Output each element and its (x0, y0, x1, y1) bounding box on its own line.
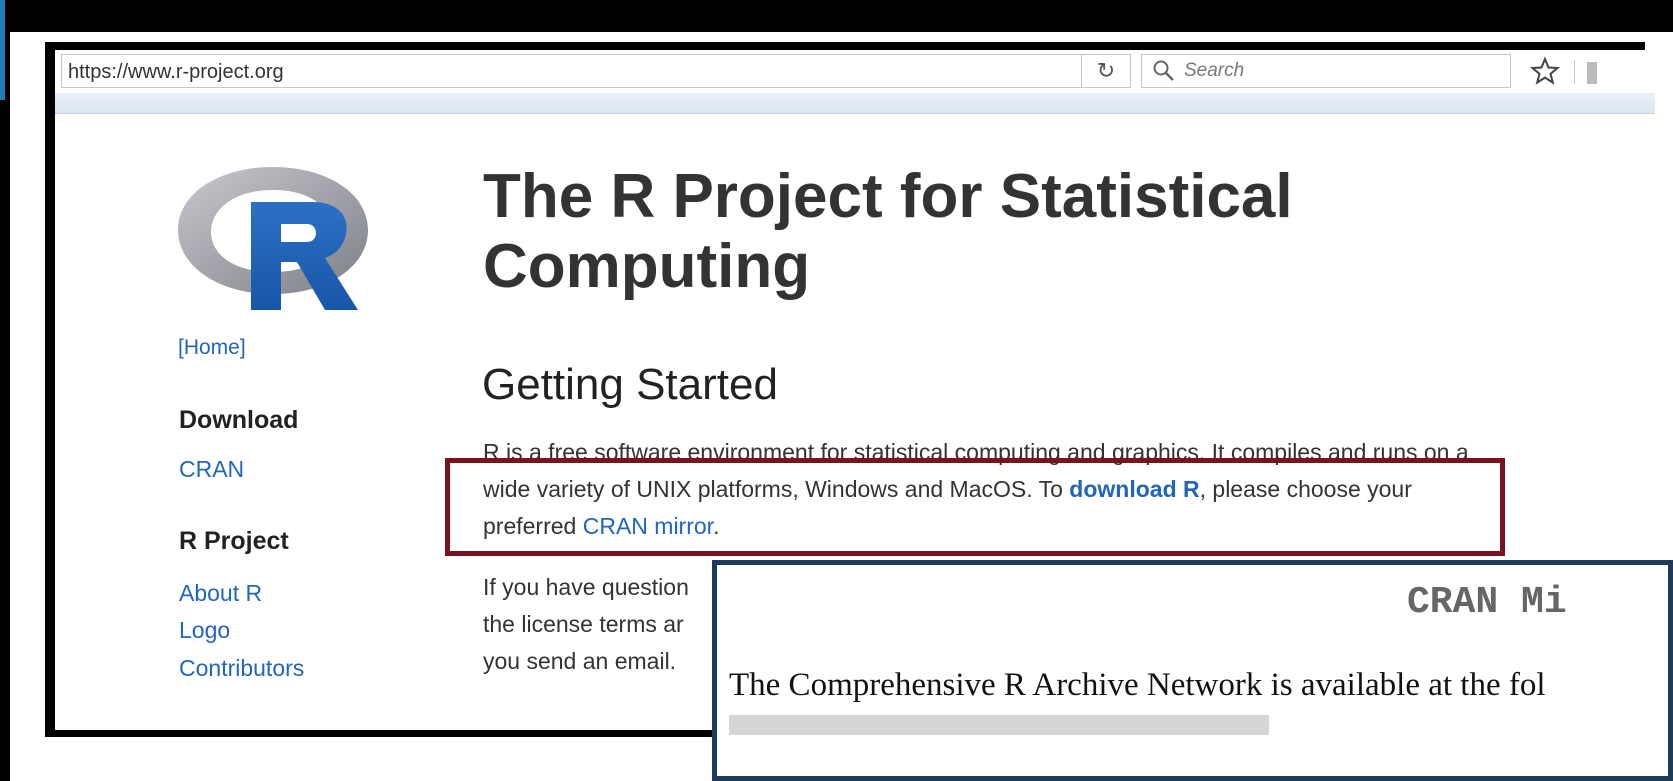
browser-toolbar: https://www.r-project.org ↻ Search (55, 50, 1655, 94)
overlay-title: CRAN Mi (1407, 581, 1567, 624)
sidebar-item-about-r[interactable]: About R (179, 580, 262, 607)
r-logo-icon (178, 167, 368, 310)
sidebar-item-cran[interactable]: CRAN (179, 456, 244, 483)
sidebar-item-contributors[interactable]: Contributors (179, 655, 304, 682)
reload-icon: ↻ (1096, 58, 1116, 83)
toolbar-bottom-band (55, 93, 1655, 114)
sidebar-home-link[interactable]: [Home] (178, 336, 246, 360)
search-placeholder: Search (1184, 60, 1245, 81)
toolbar-separator (1574, 60, 1575, 84)
left-accent-bar (0, 0, 5, 100)
sidebar-rproject-heading: R Project (179, 527, 289, 555)
page-title: The R Project for Statistical Computing (483, 162, 1293, 301)
overlay-text: The Comprehensive R Archive Network is a… (729, 667, 1546, 703)
address-bar[interactable]: https://www.r-project.org (61, 54, 1083, 88)
toolbar-icon-partial[interactable] (1587, 62, 1597, 84)
highlight-box (445, 458, 1505, 556)
overlay-text-cutoff (729, 715, 1629, 735)
search-icon (1153, 60, 1174, 81)
bookmark-star-icon[interactable] (1530, 56, 1560, 86)
section-heading: Getting Started (482, 360, 778, 409)
search-input[interactable]: Search (1141, 54, 1511, 88)
reload-button[interactable]: ↻ (1081, 54, 1131, 88)
sidebar-download-heading: Download (179, 406, 299, 434)
cran-mirrors-overlay: CRAN Mi The Comprehensive R Archive Netw… (712, 560, 1673, 781)
sidebar-item-logo[interactable]: Logo (179, 617, 230, 644)
